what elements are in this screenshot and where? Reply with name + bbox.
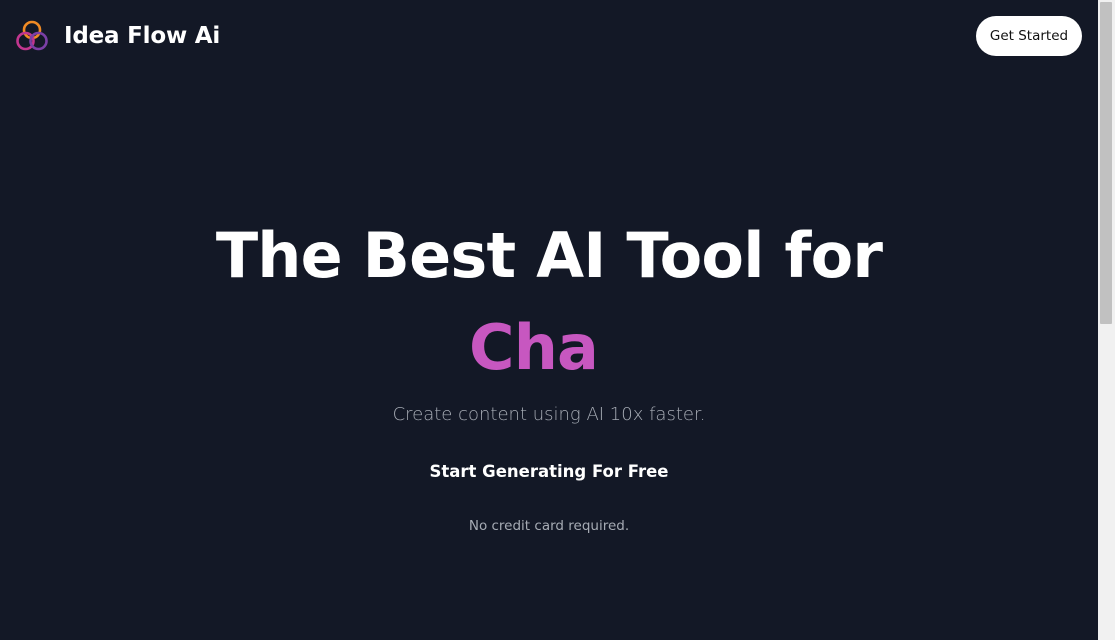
hero-typed-text: Cha [469,311,599,384]
start-generating-button[interactable]: Start Generating For Free [399,458,699,486]
vertical-scrollbar[interactable] [1098,0,1115,640]
brand-link[interactable]: Idea Flow Ai [14,18,220,54]
no-credit-card-note: No credit card required. [468,518,630,534]
landing-page: Idea Flow Ai Get Started The Best AI Too… [0,0,1115,640]
brand-name: Idea Flow Ai [64,23,221,49]
get-started-button[interactable]: Get Started [976,16,1082,56]
hero-subtitle: Create content using AI 10x faster. [392,404,706,425]
navbar: Idea Flow Ai Get Started [0,0,1098,76]
hero-title: The Best AI Tool for [215,219,883,292]
scrollbar-thumb[interactable] [1100,2,1112,324]
interlocking-rings-logo-icon [16,20,48,51]
